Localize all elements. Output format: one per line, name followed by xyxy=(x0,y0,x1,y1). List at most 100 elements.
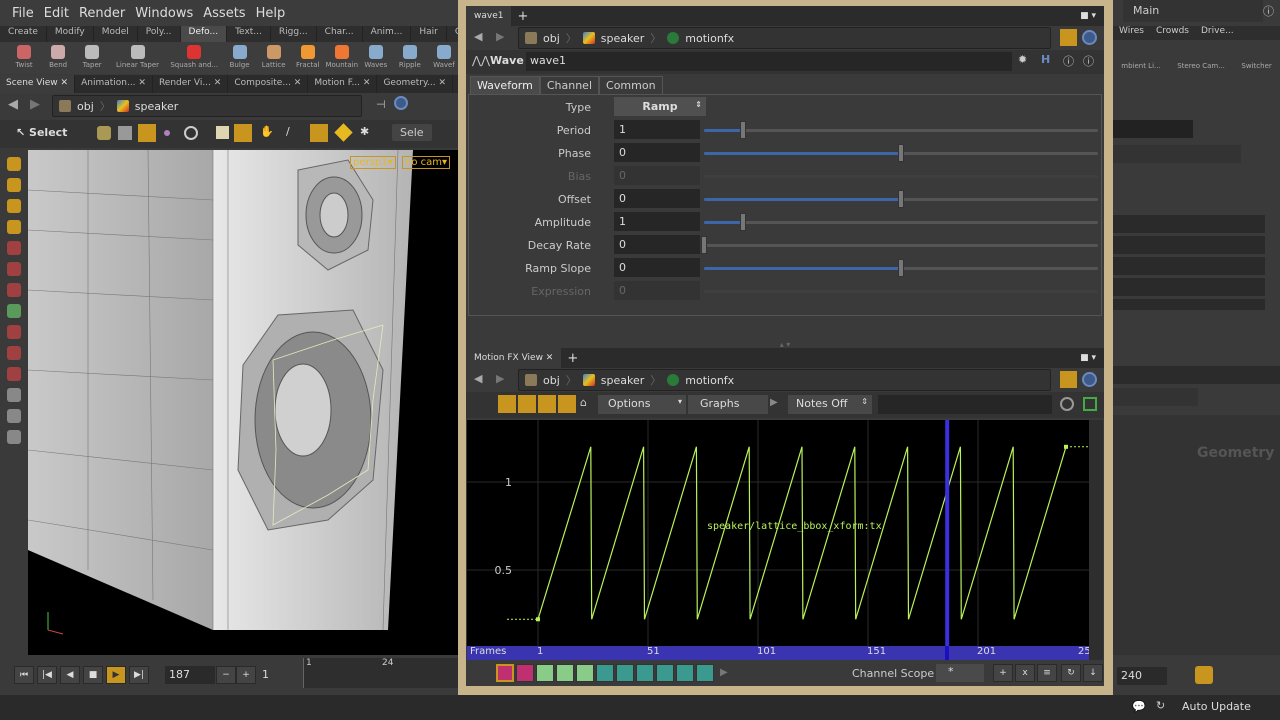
link-icon[interactable] xyxy=(1082,30,1097,45)
link-icon[interactable] xyxy=(1082,372,1097,387)
shelf-tab-wires[interactable]: Wires xyxy=(1113,26,1150,40)
motionfx-path-bar[interactable]: obj 〉 speaker 〉 motionfx xyxy=(518,369,1051,391)
param-value-input[interactable]: 0 xyxy=(614,189,700,208)
add-tab-button[interactable]: + xyxy=(511,9,534,24)
update-icon[interactable]: ↻ xyxy=(1156,699,1165,712)
slider-handle[interactable] xyxy=(898,190,904,208)
param-value-input[interactable]: 1 xyxy=(614,212,700,231)
scale-icon[interactable] xyxy=(558,395,576,413)
pin-icon[interactable]: ⊣ xyxy=(376,98,386,111)
pane-splitter[interactable]: ▴ ▾ xyxy=(466,340,1104,349)
param-path-bar[interactable]: obj 〉 speaker 〉 motionfx xyxy=(518,27,1051,49)
end-frame-field[interactable]: 240 xyxy=(1117,667,1167,685)
forward-icon[interactable]: ▶ xyxy=(496,372,504,385)
network-path[interactable] xyxy=(1113,388,1198,406)
tab-motion-fx-view[interactable]: Motion FX View ✕ xyxy=(466,348,562,368)
tab-waveform[interactable]: Waveform xyxy=(470,76,540,95)
jump-start-button[interactable]: ⏮ xyxy=(14,666,34,684)
laser-icon[interactable]: / xyxy=(286,125,290,138)
pin-down-button[interactable]: ↓ xyxy=(1083,664,1103,682)
pane-tab[interactable]: Animation... ✕ xyxy=(75,75,153,93)
box-select-icon[interactable] xyxy=(216,126,229,139)
realtime-icon[interactable] xyxy=(1195,666,1213,684)
slider-handle[interactable] xyxy=(740,213,747,231)
channel-scope-input[interactable]: * xyxy=(936,664,984,682)
tool-icon[interactable] xyxy=(7,388,21,402)
shelf-tool[interactable]: Taper xyxy=(76,42,108,74)
channel-function-button[interactable] xyxy=(536,664,554,682)
path-motionfx[interactable]: motionfx xyxy=(685,32,734,45)
rotate-icon[interactable] xyxy=(184,126,198,140)
timeline-slider[interactable]: 1 24 xyxy=(303,658,460,688)
shelf-tool[interactable]: Mountain xyxy=(326,42,358,74)
shelf-tool[interactable]: Lattice xyxy=(258,42,290,74)
network-editor[interactable]: Geometry xyxy=(1113,415,1280,655)
play-button[interactable]: ▶ xyxy=(106,666,126,684)
scene-path-bar[interactable]: obj 〉 speaker xyxy=(52,95,362,117)
motionfx-graph[interactable]: 1 0.5 speaker/lattice_bbox_xform:tx xyxy=(467,420,1089,646)
tool-icon[interactable] xyxy=(7,409,21,423)
slider-handle[interactable] xyxy=(740,121,747,139)
shelf-tool[interactable]: Ripple xyxy=(394,42,426,74)
shelf-tab[interactable]: Defo... xyxy=(180,26,228,42)
stereo-camera-tool[interactable]: Stereo Cam... xyxy=(1177,62,1225,70)
add-tab-button[interactable]: + xyxy=(561,351,584,366)
channel-function-button[interactable] xyxy=(596,664,614,682)
slider-handle[interactable] xyxy=(701,236,707,254)
shelf-tab[interactable]: Hair xyxy=(411,26,447,42)
help-icon[interactable]: ⓘ xyxy=(1083,53,1094,69)
points-icon[interactable] xyxy=(97,126,111,140)
tool-icon[interactable] xyxy=(7,262,21,276)
channel-function-button[interactable] xyxy=(556,664,574,682)
channel-function-button[interactable] xyxy=(576,664,594,682)
pane-tab[interactable]: Scene View ✕ xyxy=(0,75,76,93)
shelf-tab-crowds[interactable]: Crowds xyxy=(1150,26,1195,40)
info-icon[interactable]: ⓘ xyxy=(1063,53,1074,69)
param-slider[interactable] xyxy=(701,236,1098,254)
pane-menu-icon[interactable]: ■ ▾ xyxy=(1080,353,1104,363)
channel-function-button[interactable] xyxy=(656,664,674,682)
hda-icon[interactable]: H xyxy=(1041,53,1050,66)
menu-help[interactable]: Help xyxy=(256,6,286,21)
channel-function-button[interactable] xyxy=(496,664,514,682)
param-slider[interactable] xyxy=(704,144,1098,162)
channel-function-button[interactable] xyxy=(636,664,654,682)
frame-plus-button[interactable]: + xyxy=(236,666,256,684)
back-icon[interactable]: ◀ xyxy=(8,97,18,112)
select-tool-icon[interactable] xyxy=(7,157,21,171)
visible-select-icon[interactable] xyxy=(310,124,328,142)
shelf-tool[interactable]: Squash and... xyxy=(167,42,222,74)
message-icon[interactable]: 💬 xyxy=(1132,700,1146,713)
notes-dropdown[interactable]: Notes Off ⇕ xyxy=(788,395,872,414)
channel-function-button[interactable] xyxy=(676,664,694,682)
tool-icon[interactable] xyxy=(7,283,21,297)
menu-file[interactable]: File xyxy=(12,6,34,21)
pane-tab[interactable]: Motion F... ✕ xyxy=(308,75,378,93)
shelf-tab[interactable]: Modify xyxy=(47,26,94,42)
remove-channel-button[interactable]: x xyxy=(1015,664,1035,682)
back-icon[interactable]: ◀ xyxy=(474,30,482,43)
shelf-tab[interactable]: Poly... xyxy=(138,26,181,42)
shelf-tool[interactable]: Linear Taper xyxy=(110,42,165,74)
tool-icon[interactable] xyxy=(7,304,21,318)
tool-icon[interactable] xyxy=(7,346,21,360)
tab-common[interactable]: Common xyxy=(599,76,663,95)
expand-arrow-icon[interactable]: ▶ xyxy=(770,397,778,408)
shelf-tool[interactable]: Bend xyxy=(42,42,74,74)
param-slider[interactable] xyxy=(704,190,1098,208)
cam-menu[interactable]: no cam▾ xyxy=(402,156,451,169)
slider-handle[interactable] xyxy=(898,144,904,162)
brush-icon[interactable]: ✋ xyxy=(260,125,274,138)
filter-input[interactable] xyxy=(878,395,1052,414)
path-obj[interactable]: obj xyxy=(543,374,560,387)
options-menu[interactable]: Options ▾ xyxy=(598,395,686,414)
param-value-input[interactable]: 1 xyxy=(614,120,700,139)
shelf-tab[interactable]: Anim... xyxy=(363,26,412,42)
shelf-tab[interactable]: Rigg... xyxy=(271,26,317,42)
pane-menu-icon[interactable]: ■ ▾ xyxy=(1080,11,1104,21)
shelf-tab[interactable]: Model xyxy=(94,26,138,42)
shelf-tab-drive[interactable]: Drive... xyxy=(1195,26,1240,40)
back-icon[interactable]: ◀ xyxy=(474,372,482,385)
forward-icon[interactable]: ▶ xyxy=(30,97,40,112)
handle-tool-icon[interactable] xyxy=(7,199,21,213)
